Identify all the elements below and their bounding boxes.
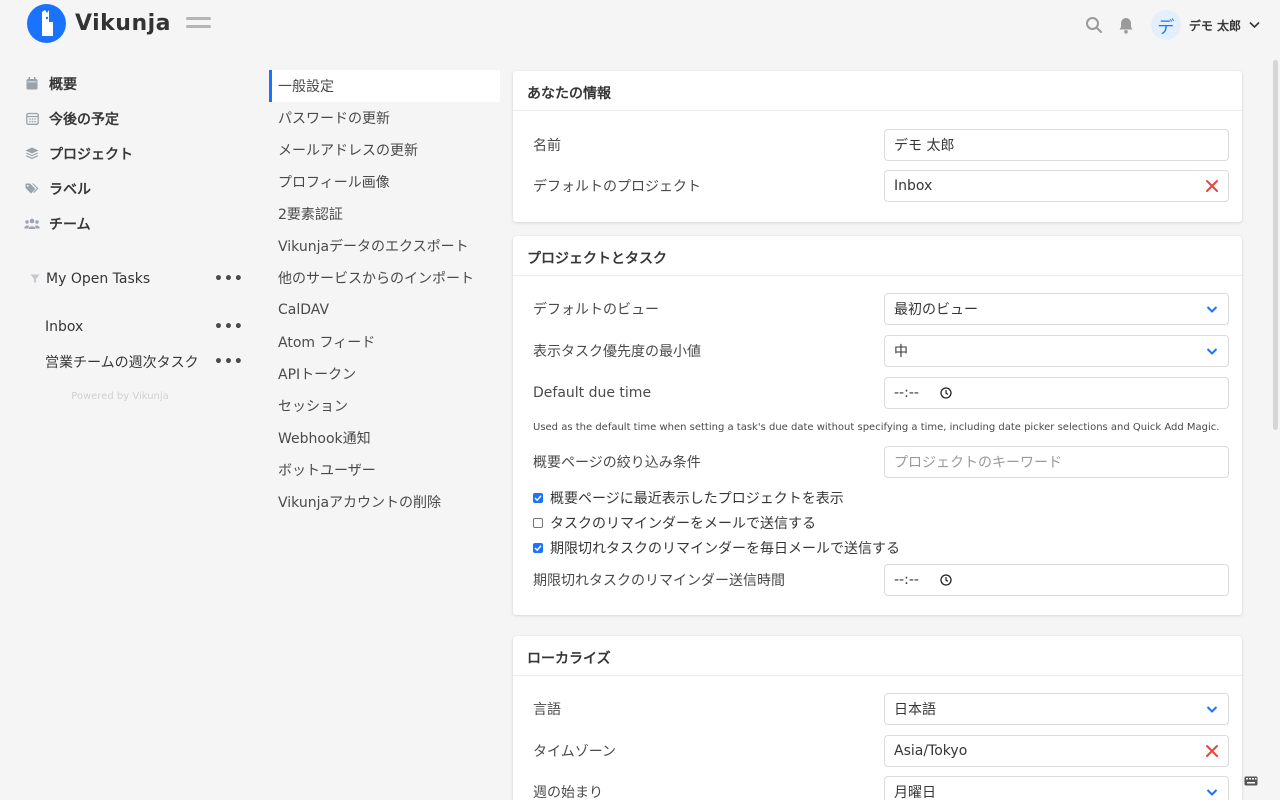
settings-nav-export[interactable]: Vikunjaデータのエクスポート — [269, 230, 500, 262]
week-start-select[interactable]: 月曜日 — [884, 776, 1229, 800]
settings-nav-webhooks[interactable]: Webhook通知 — [269, 422, 500, 454]
more-options-icon[interactable]: ••• — [214, 271, 244, 287]
chevron-down-icon[interactable] — [1249, 17, 1260, 33]
sidebar-item-label: チーム — [49, 216, 91, 233]
name-input[interactable]: デモ 太郎 — [884, 129, 1229, 161]
project-label: 営業チームの週次タスク — [45, 354, 199, 371]
default-view-select[interactable]: 最初のビュー — [884, 293, 1229, 325]
project-item-my-open-tasks[interactable]: My Open Tasks ••• — [0, 261, 250, 296]
project-label: My Open Tasks — [46, 270, 151, 287]
checkbox-overdue-daily-email[interactable]: 期限切れタスクのリマインダーを毎日メールで送信する — [533, 538, 900, 558]
layers-icon — [24, 146, 40, 162]
settings-nav-general[interactable]: 一般設定 — [269, 70, 500, 102]
overview-filter-label: 概要ページの絞り込み条件 — [533, 455, 701, 471]
settings-nav-password[interactable]: パスワードの更新 — [269, 102, 500, 134]
settings-nav: 一般設定 パスワードの更新 メールアドレスの更新 プロフィール画像 2要素認証 … — [269, 70, 500, 518]
settings-nav-api-tokens[interactable]: APIトークン — [269, 358, 500, 390]
chevron-down-icon — [1205, 702, 1219, 716]
checkbox-show-recent-projects[interactable]: 概要ページに最近表示したプロジェクトを表示 — [533, 488, 844, 508]
checkbox-email-reminders[interactable]: タスクのリマインダーをメールで送信する — [533, 513, 816, 533]
project-label: Inbox — [45, 318, 84, 335]
default-project-label: デフォルトのプロジェクト — [533, 179, 701, 195]
username[interactable]: デモ 太郎 — [1189, 17, 1241, 34]
chevron-down-icon — [1205, 785, 1219, 799]
settings-nav-atom[interactable]: Atom フィード — [269, 326, 500, 358]
overdue-time-label: 期限切れタスクのリマインダー送信時間 — [533, 573, 785, 589]
project-item-weekly-sales[interactable]: 営業チームの週次タスク ••• — [0, 344, 250, 379]
app-logo[interactable]: Vikunja — [27, 4, 171, 43]
min-priority-select[interactable]: 中 — [884, 335, 1229, 367]
overview-filter-input[interactable]: プロジェクトのキーワード — [884, 446, 1229, 478]
default-project-input[interactable]: Inbox — [884, 170, 1229, 202]
sidebar-item-labels[interactable]: ラベル — [0, 171, 250, 206]
card-title: ローカライズ — [513, 636, 1242, 676]
menu-toggle-button[interactable] — [186, 17, 211, 31]
checkbox[interactable] — [533, 543, 543, 553]
settings-nav-sessions[interactable]: セッション — [269, 390, 500, 422]
card-localize: ローカライズ 言語 日本語 タイムゾーン Asia/Tokyo 週の始まり 月曜… — [513, 636, 1242, 800]
settings-nav-2fa[interactable]: 2要素認証 — [269, 198, 500, 230]
tags-icon — [24, 181, 40, 197]
calendar-grid-icon — [24, 111, 40, 127]
due-time-label: Default due time — [533, 385, 652, 401]
search-icon[interactable] — [1083, 14, 1105, 36]
close-icon[interactable] — [1205, 179, 1219, 193]
project-list: My Open Tasks ••• Inbox ••• 営業チームの週次タスク … — [0, 261, 250, 379]
min-priority-label: 表示タスク優先度の最小値 — [533, 344, 701, 360]
settings-nav-import[interactable]: 他のサービスからのインポート — [269, 262, 500, 294]
due-time-input[interactable]: --:-- — [884, 377, 1229, 409]
bell-icon[interactable] — [1115, 14, 1137, 36]
week-start-label: 週の始まり — [533, 785, 603, 800]
timezone-input[interactable]: Asia/Tokyo — [884, 735, 1229, 767]
keyboard-icon[interactable] — [1244, 774, 1258, 790]
overdue-time-input[interactable]: --:-- — [884, 564, 1229, 596]
settings-nav-email[interactable]: メールアドレスの更新 — [269, 134, 500, 166]
powered-by[interactable]: Powered by Vikunja — [0, 391, 240, 402]
calendar-icon — [24, 76, 40, 92]
clock-icon[interactable] — [940, 574, 952, 590]
app-name: Vikunja — [75, 11, 172, 36]
card-project-tasks: プロジェクトとタスク デフォルトのビュー 最初のビュー 表示タスク優先度の最小値… — [513, 236, 1242, 615]
name-label: 名前 — [533, 138, 561, 154]
settings-nav-bot-users[interactable]: ボットユーザー — [269, 454, 500, 486]
settings-nav-avatar[interactable]: プロフィール画像 — [269, 166, 500, 198]
close-icon[interactable] — [1205, 744, 1219, 758]
filter-icon — [30, 274, 40, 284]
more-options-icon[interactable]: ••• — [214, 319, 244, 335]
default-view-label: デフォルトのビュー — [533, 302, 659, 318]
sidebar-item-overview[interactable]: 概要 — [0, 66, 250, 101]
chevron-down-icon — [1205, 344, 1219, 358]
sidebar-item-projects[interactable]: プロジェクト — [0, 136, 250, 171]
page-scrollbar[interactable] — [1270, 0, 1280, 800]
sidebar-item-label: 今後の予定 — [49, 111, 119, 128]
more-options-icon[interactable]: ••• — [214, 354, 244, 370]
scrollbar-thumb[interactable] — [1273, 60, 1278, 430]
sidebar-item-upcoming[interactable]: 今後の予定 — [0, 101, 250, 136]
avatar[interactable]: デ — [1150, 10, 1181, 40]
card-title: プロジェクトとタスク — [513, 236, 1242, 276]
top-bar: Vikunja デ デモ 太郎 — [0, 0, 1280, 50]
sidebar-item-label: プロジェクト — [49, 146, 133, 163]
checkbox[interactable] — [533, 493, 543, 503]
card-your-info: あなたの情報 名前 デモ 太郎 デフォルトのプロジェクト Inbox — [513, 71, 1242, 222]
llama-logo-icon — [27, 4, 66, 43]
language-label: 言語 — [533, 702, 561, 718]
card-title: あなたの情報 — [513, 71, 1242, 111]
sidebar-item-label: ラベル — [49, 181, 91, 198]
due-time-help: Used as the default time when setting a … — [533, 422, 1220, 433]
language-select[interactable]: 日本語 — [884, 693, 1229, 725]
project-item-inbox[interactable]: Inbox ••• — [0, 309, 250, 344]
sidebar-item-teams[interactable]: チーム — [0, 206, 250, 241]
settings-nav-delete-account[interactable]: Vikunjaアカウントの削除 — [269, 486, 500, 518]
settings-nav-caldav[interactable]: CalDAV — [269, 294, 500, 326]
chevron-down-icon — [1205, 302, 1219, 316]
sidebar: 概要 今後の予定 プロジェクト ラベル チーム My Open Tasks ••… — [0, 66, 250, 402]
users-icon — [24, 216, 40, 232]
clock-icon[interactable] — [940, 387, 952, 403]
checkbox[interactable] — [533, 518, 543, 528]
sidebar-item-label: 概要 — [49, 76, 77, 93]
timezone-label: タイムゾーン — [533, 744, 617, 760]
